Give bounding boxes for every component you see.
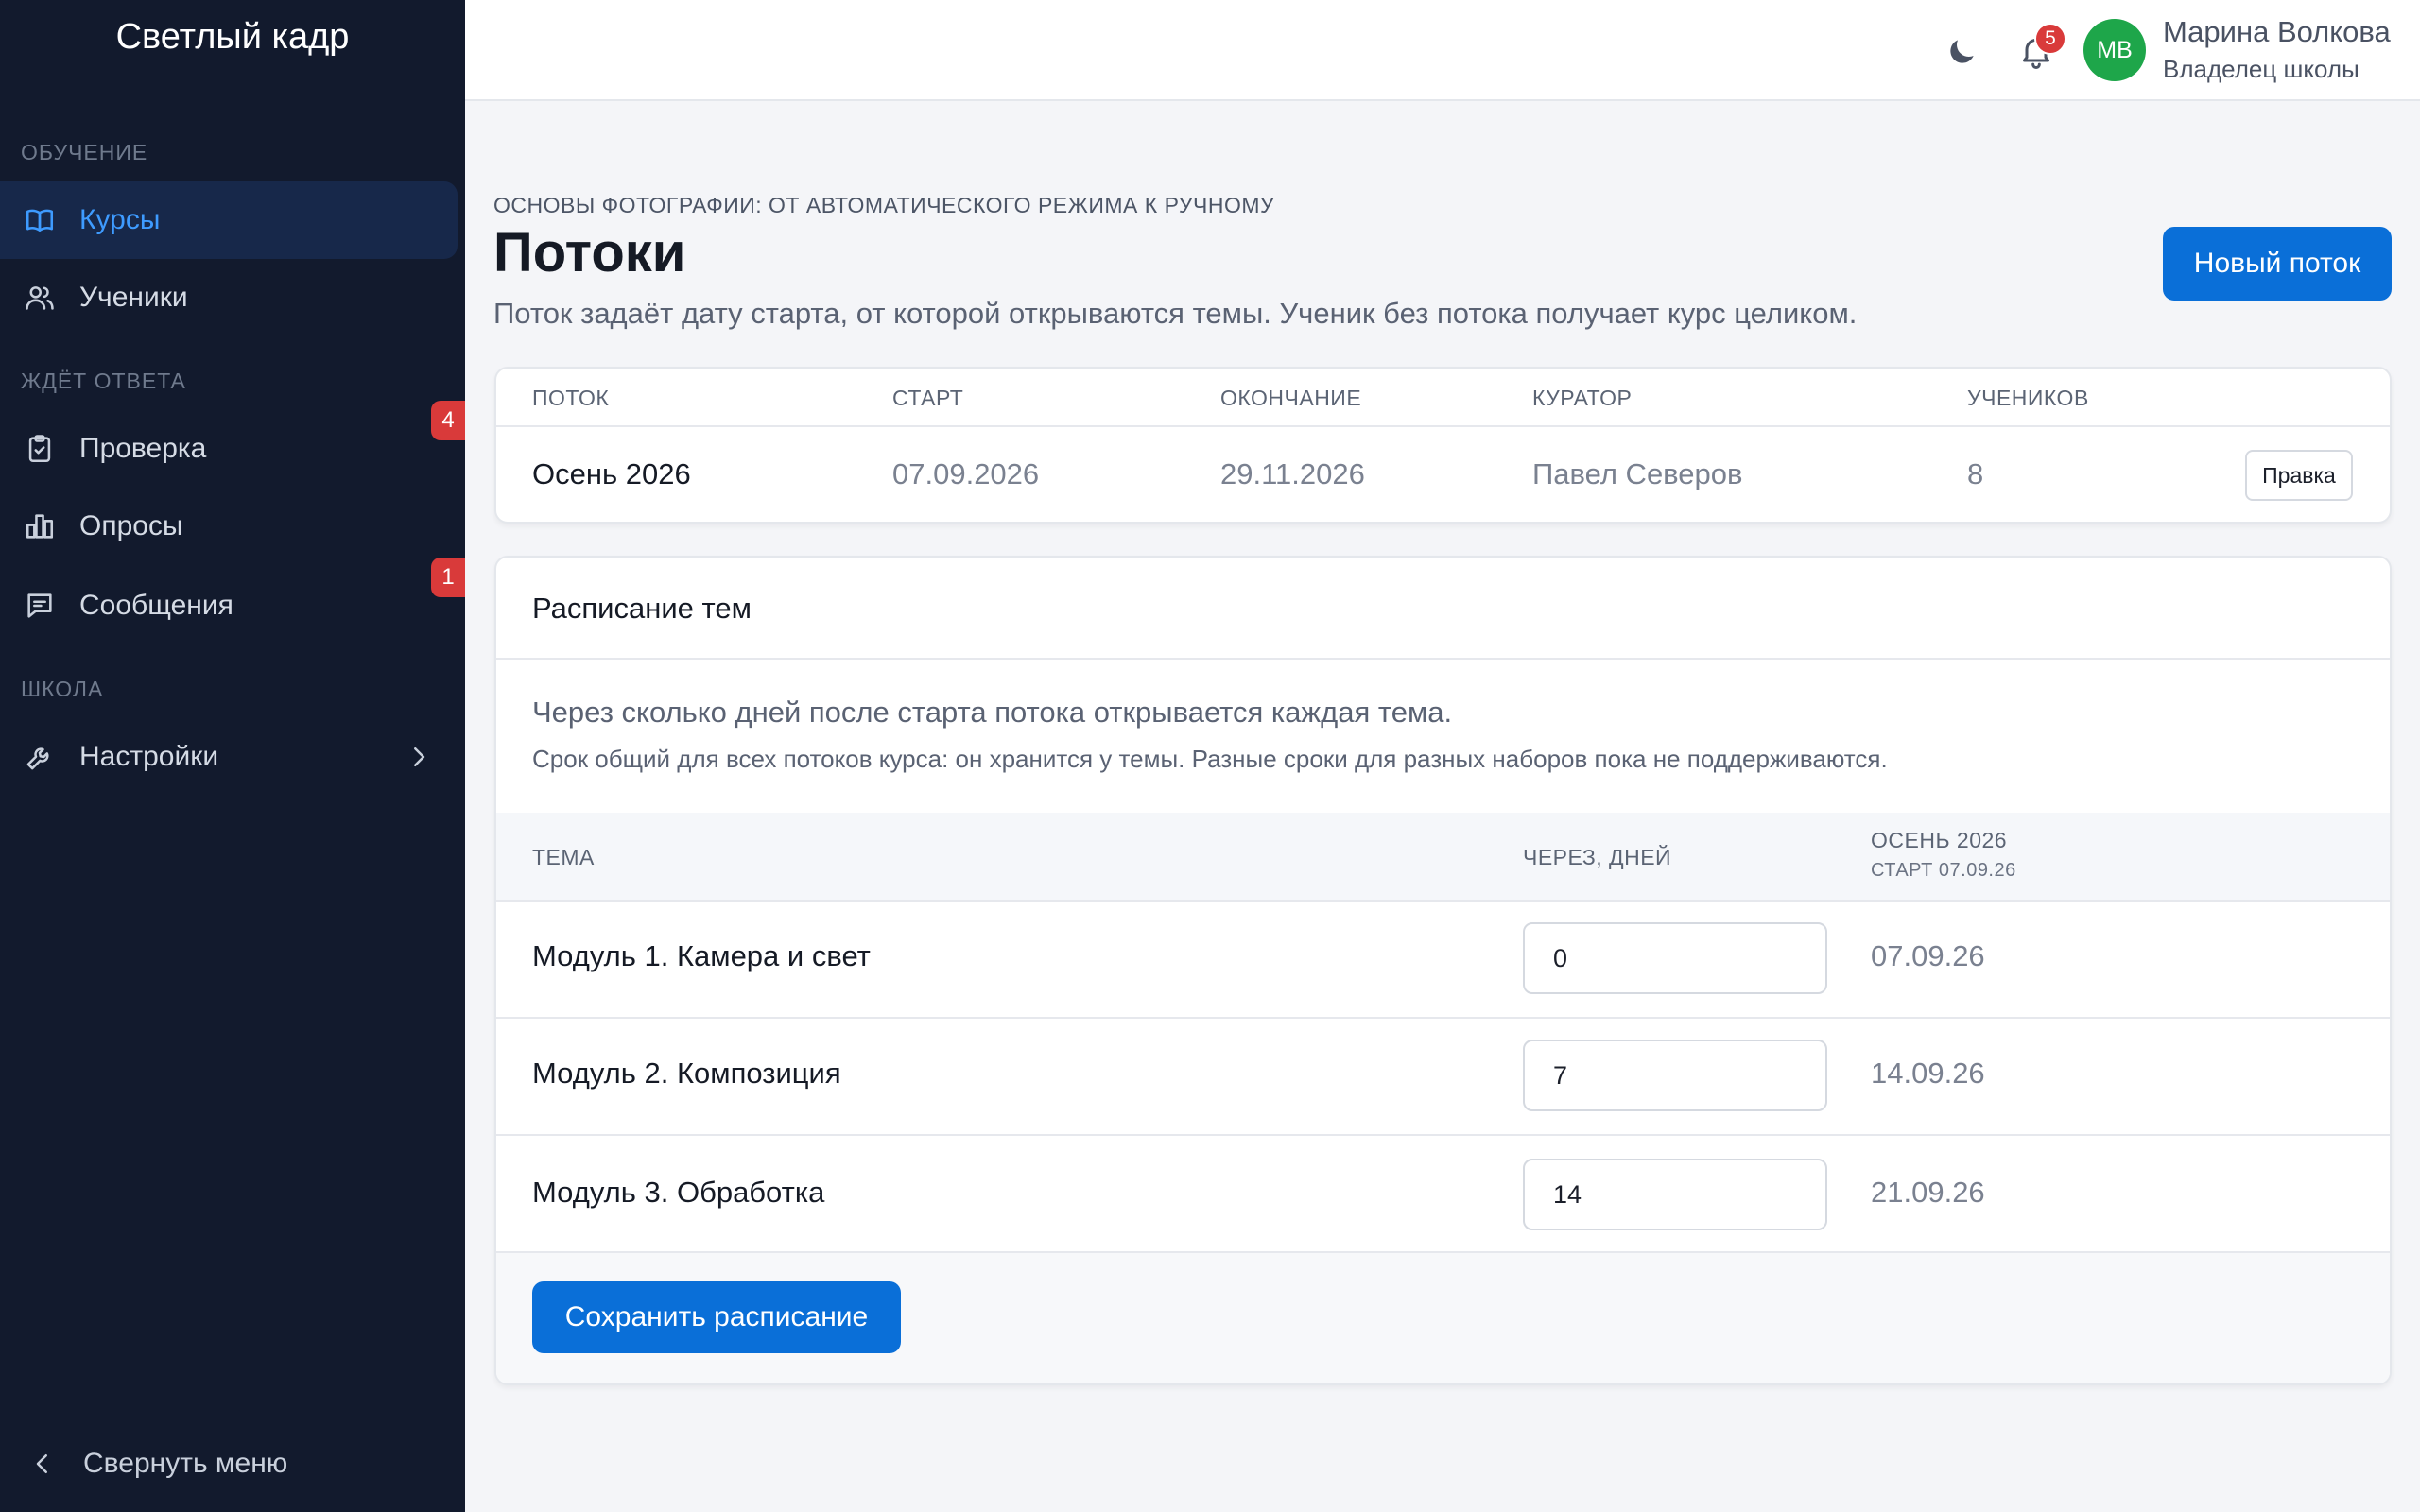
column-header-start: СТАРТ: [892, 386, 964, 410]
schedule-footer: Сохранить расписание: [496, 1251, 2390, 1383]
message-icon: [23, 589, 57, 623]
page-title: Потоки: [493, 222, 686, 284]
row-divider: [496, 1017, 2390, 1019]
stream-end: 29.11.2026: [1220, 457, 1365, 490]
user-role: Владелец школы: [2163, 55, 2360, 83]
collapse-menu-label: Свернуть меню: [83, 1448, 288, 1479]
sidebar-item-courses[interactable]: Курсы: [0, 181, 458, 259]
section-label-awaiting: ЖДЁТ ОТВЕТА: [21, 369, 186, 393]
schedule-table-header: ТЕМА ЧЕРЕЗ, ДНЕЙ ОСЕНЬ 2026 СТАРТ 07.09.…: [496, 813, 2390, 900]
stream-students-count: 8: [1967, 457, 1984, 490]
sidebar-item-surveys[interactable]: Опросы: [0, 488, 458, 565]
row-divider: [496, 425, 2390, 427]
sidebar-item-label: Курсы: [79, 204, 161, 235]
days-offset-input[interactable]: [1523, 1159, 1827, 1230]
card-divider: [496, 658, 2390, 660]
column-header-stream: ПОТОК: [532, 386, 610, 410]
topic-name: Модуль 3. Обработка: [532, 1176, 825, 1209]
collapse-menu-button[interactable]: Свернуть меню: [28, 1448, 287, 1480]
topic-name: Модуль 1. Камера и свет: [532, 939, 871, 972]
save-schedule-button[interactable]: Сохранить расписание: [532, 1281, 901, 1353]
stream-curator: Павел Северов: [1532, 457, 1743, 490]
days-offset-input[interactable]: [1523, 1040, 1827, 1111]
stream-name: Осень 2026: [532, 457, 691, 490]
sidebar-item-label: Проверка: [79, 433, 207, 464]
bar-chart-icon: [23, 509, 57, 543]
sidebar-item-review[interactable]: Проверка: [0, 410, 458, 488]
sidebar-item-label: Ученики: [79, 282, 188, 313]
course-title-breadcrumb: ОСНОВЫ ФОТОГРАФИИ: ОТ АВТОМАТИЧЕСКОГО РЕ…: [493, 193, 1275, 217]
clipboard-check-icon: [23, 432, 57, 466]
avatar[interactable]: МВ: [2083, 19, 2146, 81]
new-stream-button[interactable]: Новый поток: [2163, 227, 2392, 301]
section-label-learning: ОБУЧЕНИЕ: [21, 140, 148, 164]
sidebar-item-students[interactable]: Ученики: [0, 259, 458, 336]
schedule-title: Расписание тем: [532, 592, 752, 625]
schedule-note: Срок общий для всех потоков курса: он хр…: [532, 745, 1888, 773]
streams-table: ПОТОК СТАРТ ОКОНЧАНИЕ КУРАТОР УЧЕНИКОВ О…: [494, 367, 2392, 524]
sidebar-item-settings[interactable]: Настройки: [0, 718, 458, 796]
sidebar-item-label: Сообщения: [79, 590, 233, 621]
users-icon: [23, 281, 57, 315]
stream-start: 07.09.2026: [892, 457, 1040, 490]
row-divider: [496, 1251, 2390, 1253]
user-name[interactable]: Марина Волкова: [2163, 15, 2391, 49]
schedule-description: Через сколько дней после старта потока о…: [532, 696, 1453, 729]
sidebar-item-label: Настройки: [79, 741, 219, 772]
section-label-school: ШКОЛА: [21, 677, 104, 701]
sidebar-item-label: Опросы: [79, 510, 183, 541]
chevron-right-icon: [414, 747, 425, 766]
topic-name: Модуль 2. Композиция: [532, 1057, 841, 1090]
topic-schedule-card: Расписание тем Через сколько дней после …: [494, 556, 2392, 1385]
topic-open-date: 21.09.26: [1871, 1176, 1985, 1209]
topic-open-date: 14.09.26: [1871, 1057, 1985, 1090]
column-header-students: УЧЕНИКОВ: [1967, 386, 2089, 410]
page-description: Поток задаёт дату старта, от которой отк…: [493, 297, 1858, 330]
row-divider: [496, 900, 2390, 902]
brand-name: Светлый кадр: [115, 17, 350, 57]
column-header-stream-start: СТАРТ 07.09.26: [1871, 860, 2016, 881]
topic-open-date: 07.09.26: [1871, 939, 1985, 972]
sidebar-item-messages[interactable]: Сообщения: [0, 567, 458, 644]
column-header-end: ОКОНЧАНИЕ: [1220, 386, 1362, 410]
column-header-days: ЧЕРЕЗ, ДНЕЙ: [1523, 845, 1672, 869]
column-header-curator: КУРАТОР: [1532, 386, 1633, 410]
dark-mode-toggle-icon[interactable]: [1944, 34, 1979, 70]
row-divider: [496, 1134, 2390, 1136]
chevron-left-icon: [36, 1454, 47, 1473]
sidebar: Светлый кадр ОБУЧЕНИЕ Курсы Ученики ЖДЁТ…: [0, 0, 465, 1512]
column-header-stream-autumn: ОСЕНЬ 2026: [1871, 828, 2008, 852]
notifications-badge: 5: [2034, 23, 2066, 55]
column-header-topic: ТЕМА: [532, 845, 595, 869]
edit-stream-button[interactable]: Правка: [2245, 450, 2353, 501]
book-icon: [23, 203, 57, 237]
days-offset-input[interactable]: [1523, 922, 1827, 994]
wrench-icon: [23, 740, 57, 774]
